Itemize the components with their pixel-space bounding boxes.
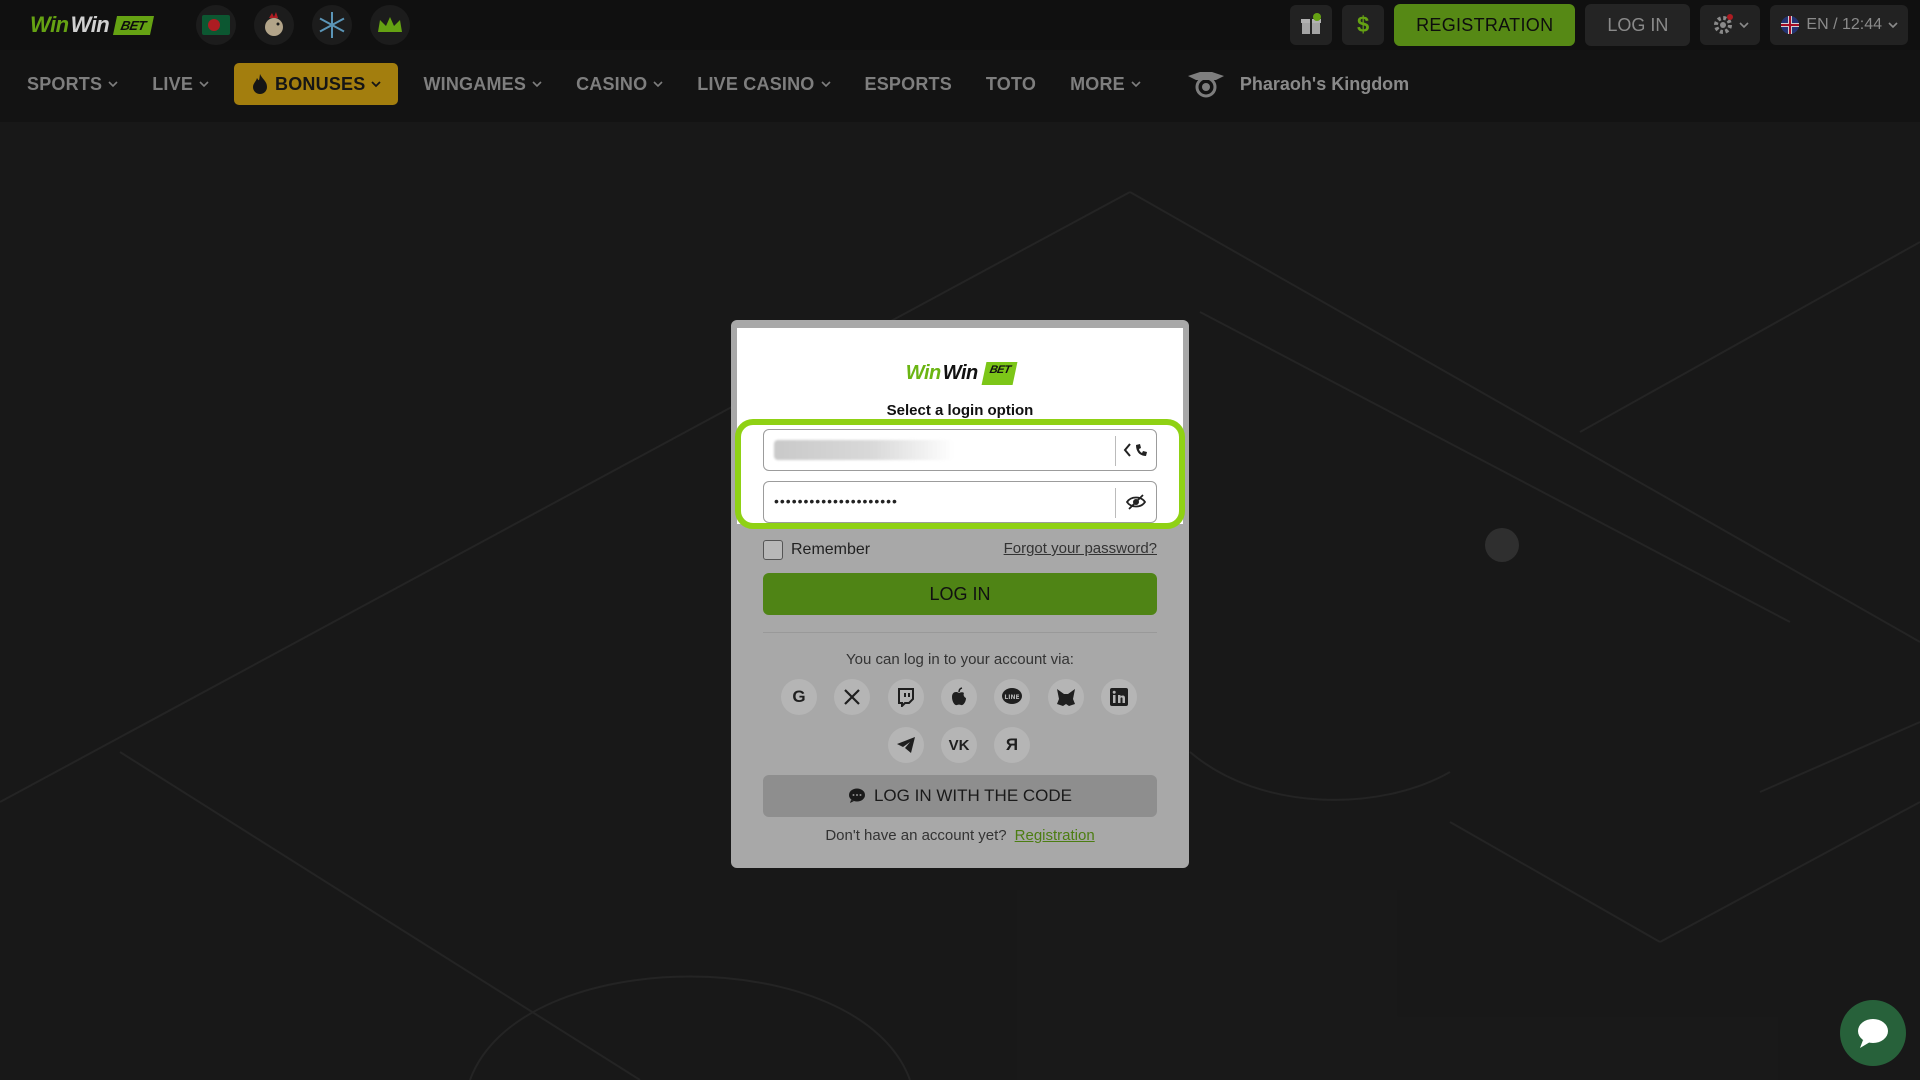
metamask-login-button[interactable] [1048, 679, 1084, 715]
vk-login-button[interactable]: VK [941, 727, 977, 763]
yandex-icon: Я [1005, 735, 1019, 754]
no-account-text: Don't have an account yet? [825, 827, 1007, 844]
metamask-icon [1057, 689, 1075, 706]
remember-label: Remember [791, 541, 871, 558]
twitch-login-button[interactable] [888, 679, 924, 715]
registration-link[interactable]: Registration [1015, 827, 1095, 844]
social-login-caption: You can log in to your account via: [846, 651, 1074, 668]
telegram-login-button[interactable] [888, 727, 924, 763]
support-chat-button[interactable] [1840, 1000, 1906, 1066]
x-login-button[interactable] [834, 679, 870, 715]
chat-bubble-icon [848, 788, 865, 803]
google-login-button[interactable]: G [781, 679, 817, 715]
remember-checkbox[interactable] [763, 540, 783, 560]
svg-text:LINE: LINE [1004, 694, 1019, 701]
no-account-row: Don't have an account yet? Registration [731, 827, 1189, 844]
apple-login-button[interactable] [941, 679, 977, 715]
login-with-code-button[interactable]: LOG IN WITH THE CODE [763, 775, 1157, 817]
login-submit-button[interactable]: LOG IN [763, 573, 1157, 615]
line-login-button[interactable]: LINE [994, 679, 1030, 715]
linkedin-login-button[interactable] [1101, 679, 1137, 715]
modal-logo: Win Win BET [737, 362, 1183, 385]
vk-icon: VK [948, 736, 970, 754]
apple-icon [952, 687, 966, 706]
yandex-login-button[interactable]: Я [994, 727, 1030, 763]
x-icon [844, 689, 860, 705]
google-icon: G [792, 687, 806, 706]
forgot-password-link[interactable]: Forgot your password? [1004, 540, 1157, 557]
chat-icon [1858, 1019, 1888, 1048]
divider [763, 632, 1157, 633]
modal-title: Select a login option [886, 402, 1034, 419]
line-icon: LINE [1002, 688, 1022, 704]
linkedin-icon [1110, 688, 1128, 706]
twitch-icon [898, 688, 914, 707]
remember-me[interactable]: Remember [763, 540, 870, 560]
telegram-icon [897, 737, 915, 753]
login-fields-highlight [735, 419, 1185, 529]
